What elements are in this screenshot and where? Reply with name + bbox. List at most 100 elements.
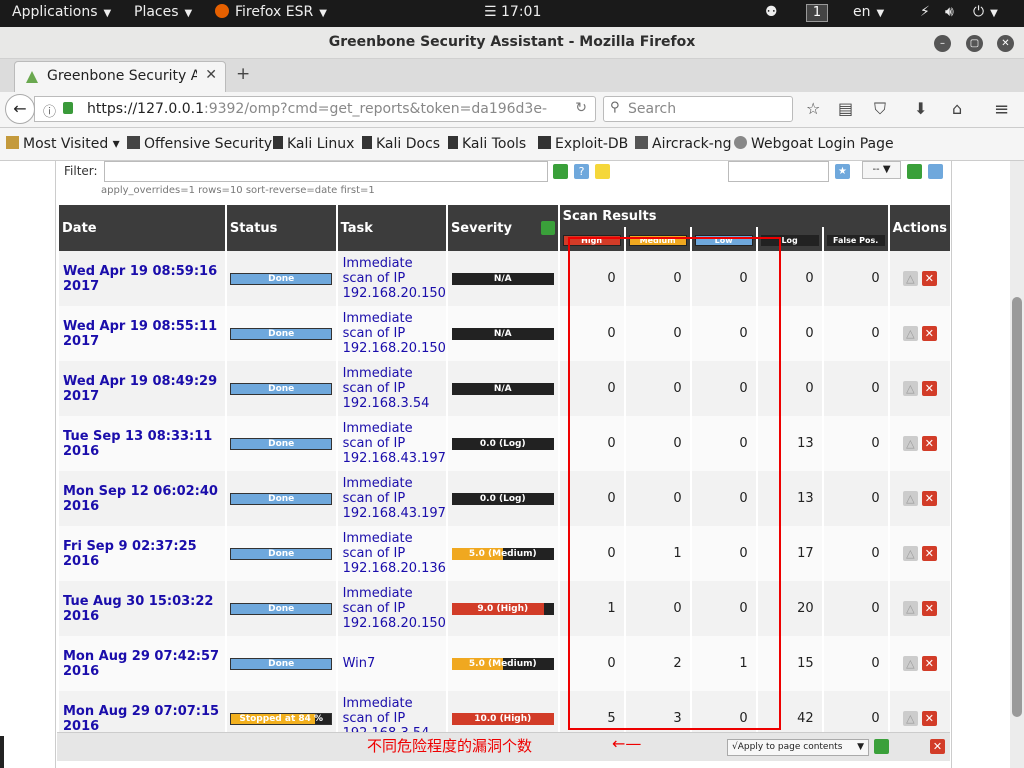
maximize-icon[interactable]: ▢ <box>966 35 983 52</box>
bookmark-kali-linux[interactable]: Kali Linux <box>273 136 354 152</box>
col-log[interactable]: Log <box>757 227 822 251</box>
clock[interactable]: ☰ 17:01 <box>484 4 541 20</box>
back-button[interactable]: ← <box>5 94 35 124</box>
reload-icon[interactable]: ↻ <box>575 100 587 116</box>
minimize-icon[interactable]: – <box>934 35 951 52</box>
severity-bar: 0.0 (Log) <box>451 492 554 505</box>
delete-report-icon[interactable]: ✕ <box>921 491 937 506</box>
report-date-link[interactable]: Mon Aug 29 07:07:15 2016 <box>59 704 225 734</box>
report-date-link[interactable]: Wed Apr 19 08:59:16 2017 <box>59 264 225 294</box>
col-medium[interactable]: Medium <box>625 227 690 251</box>
delete-report-icon[interactable]: ✕ <box>921 601 937 616</box>
refresh-filter-icon[interactable] <box>553 164 568 179</box>
col-low[interactable]: Low <box>691 227 756 251</box>
url-text[interactable]: https://127.0.0.1:9392/omp?cmd=get_repor… <box>87 101 547 117</box>
downloads-icon[interactable]: ⬇ <box>914 99 927 118</box>
scrollbar-thumb[interactable] <box>1012 297 1022 717</box>
switch-filter-icon[interactable] <box>907 164 922 179</box>
people-icon[interactable]: ⚉ <box>765 4 778 20</box>
volume-icon[interactable]: 🔊︎ <box>945 4 954 20</box>
delete-report-icon[interactable]: ✕ <box>921 271 937 286</box>
delete-all-icon[interactable]: ✕ <box>930 739 945 754</box>
report-date-link[interactable]: Wed Apr 19 08:55:11 2017 <box>59 319 225 349</box>
col-false-pos[interactable]: False Pos. <box>823 227 888 251</box>
apply-to-select[interactable]: √Apply to page contents ▼ <box>727 739 869 756</box>
language-menu[interactable]: en ▼ <box>853 4 884 20</box>
col-date[interactable]: Date <box>59 205 225 251</box>
save-filter-star-icon[interactable]: ★ <box>835 164 850 179</box>
power-icon[interactable]: ⏻ ▼ <box>973 4 998 20</box>
bookmark-aircrack-ng[interactable]: Aircrack-ng <box>635 136 732 152</box>
delta-report-icon[interactable]: △ <box>902 271 918 286</box>
low-count: 0 <box>691 416 756 471</box>
task-link[interactable]: Win7 <box>338 656 446 671</box>
false-pos-count: 0 <box>823 416 888 471</box>
col-task[interactable]: Task <box>337 205 446 251</box>
info-icon[interactable]: ⓘ <box>43 101 56 120</box>
network-icon[interactable]: ⚡ <box>920 4 930 20</box>
applications-menu[interactable]: Applications ▼ <box>12 4 111 20</box>
delta-report-icon[interactable]: △ <box>902 326 918 341</box>
task-link[interactable]: Immediate scan of IP 192.168.20.150 <box>338 586 446 631</box>
task-link[interactable]: Immediate scan of IP 192.168.20.150 <box>338 311 446 356</box>
bookmark-webgoat[interactable]: Webgoat Login Page <box>734 136 894 152</box>
url-bar[interactable]: ⓘ https://127.0.0.1:9392/omp?cmd=get_rep… <box>34 96 596 122</box>
task-link[interactable]: Immediate scan of IP 192.168.20.136 <box>338 531 446 576</box>
delete-report-icon[interactable]: ✕ <box>921 656 937 671</box>
new-filter-icon[interactable] <box>595 164 610 179</box>
report-date-link[interactable]: Tue Aug 30 15:03:22 2016 <box>59 594 225 624</box>
filter-name-input[interactable] <box>728 161 829 182</box>
delta-report-icon[interactable]: △ <box>902 656 918 671</box>
menu-icon[interactable]: ≡ <box>994 99 1009 120</box>
filter-input[interactable] <box>104 161 548 182</box>
home-icon[interactable]: ⌂ <box>952 99 962 118</box>
bookmark-kali-docs[interactable]: Kali Docs <box>362 136 440 152</box>
tab-greenbone[interactable]: Greenbone Security A… ✕ <box>14 61 226 92</box>
places-menu[interactable]: Places ▼ <box>134 4 192 20</box>
reader-list-icon[interactable]: ▤ <box>838 99 853 118</box>
delete-report-icon[interactable]: ✕ <box>921 326 937 341</box>
delete-report-icon[interactable]: ✕ <box>921 546 937 561</box>
delta-report-icon[interactable]: △ <box>902 601 918 616</box>
task-link[interactable]: Immediate scan of IP 192.168.3.54 <box>338 366 446 411</box>
bookmark-exploit-db[interactable]: Exploit-DB <box>538 136 628 152</box>
report-date-link[interactable]: Fri Sep 9 02:37:25 2016 <box>59 539 225 569</box>
col-severity[interactable]: Severity <box>447 205 558 251</box>
delta-report-icon[interactable]: △ <box>902 546 918 561</box>
delete-report-icon[interactable]: ✕ <box>921 436 937 451</box>
close-window-icon[interactable]: ✕ <box>997 35 1014 52</box>
delta-report-icon[interactable]: △ <box>902 711 918 726</box>
task-link[interactable]: Immediate scan of IP 192.168.43.197 <box>338 421 446 466</box>
col-high[interactable]: High <box>559 227 624 251</box>
new-tab-icon[interactable]: + <box>236 64 250 84</box>
actions-cell: △ ✕ <box>889 416 950 471</box>
filter-select[interactable]: -- ▼ <box>862 161 901 179</box>
pocket-icon[interactable]: ⛉ <box>874 99 886 119</box>
bookmark-kali-tools[interactable]: Kali Tools <box>448 136 526 152</box>
delete-report-icon[interactable]: ✕ <box>921 381 937 396</box>
report-date-link[interactable]: Mon Sep 12 06:02:40 2016 <box>59 484 225 514</box>
bookmark-most-visited[interactable]: Most Visited ▾ <box>6 136 120 152</box>
task-link[interactable]: Immediate scan of IP 192.168.43.197 <box>338 476 446 521</box>
log-count: 20 <box>757 581 822 636</box>
list-filters-icon[interactable] <box>928 164 943 179</box>
col-status[interactable]: Status <box>226 205 336 251</box>
workspace-indicator[interactable]: 1 <box>806 4 828 22</box>
close-tab-icon[interactable]: ✕ <box>205 67 217 83</box>
delta-report-icon[interactable]: △ <box>902 381 918 396</box>
severity-toggle-icon[interactable] <box>540 220 555 235</box>
help-icon[interactable]: ? <box>574 164 589 179</box>
apply-refresh-icon[interactable] <box>874 739 889 754</box>
delete-report-icon[interactable]: ✕ <box>921 711 937 726</box>
bookmark-offensive-security[interactable]: Offensive Security <box>127 136 272 152</box>
task-link[interactable]: Immediate scan of IP 192.168.20.150 <box>338 256 446 301</box>
bookmark-star-icon[interactable]: ☆ <box>806 99 820 118</box>
report-date-link[interactable]: Wed Apr 19 08:49:29 2017 <box>59 374 225 404</box>
search-bar[interactable]: ⚲ Search <box>603 96 793 122</box>
report-date-link[interactable]: Tue Sep 13 08:33:11 2016 <box>59 429 225 459</box>
firefox-menu[interactable]: Firefox ESR ▼ <box>215 4 327 20</box>
delta-report-icon[interactable]: △ <box>902 436 918 451</box>
report-date-link[interactable]: Mon Aug 29 07:42:57 2016 <box>59 649 225 679</box>
page-scrollbar[interactable] <box>1010 161 1024 768</box>
delta-report-icon[interactable]: △ <box>902 491 918 506</box>
